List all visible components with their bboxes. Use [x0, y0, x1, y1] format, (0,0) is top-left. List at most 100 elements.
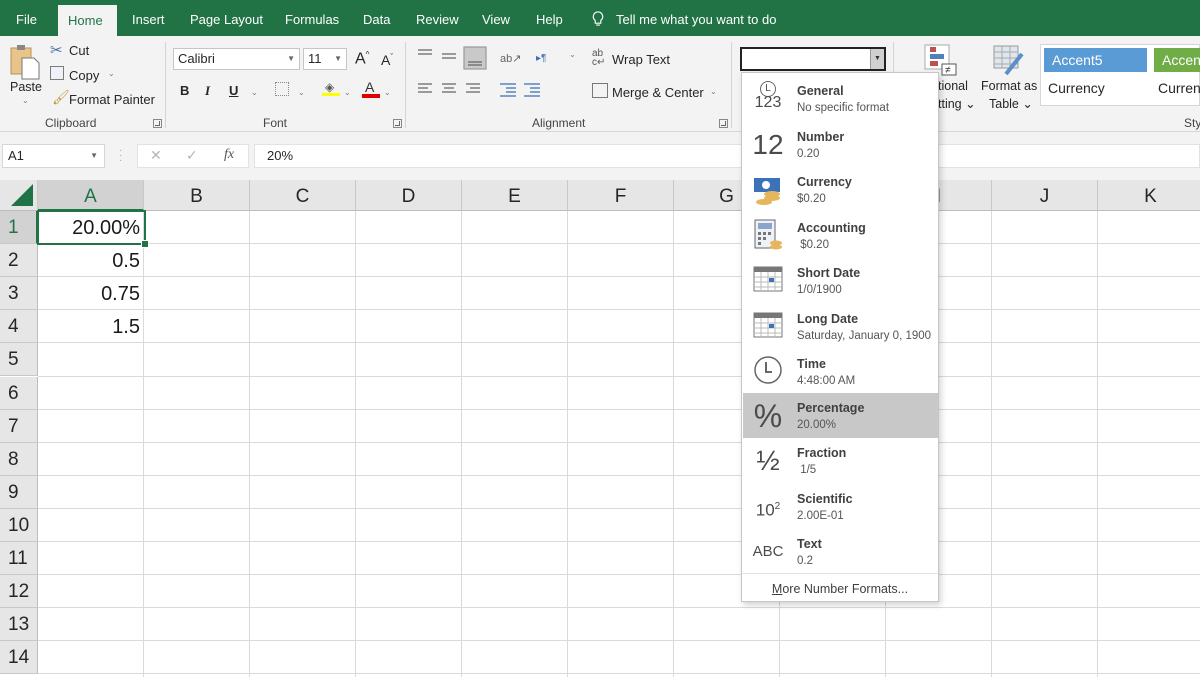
- number-format-option-general[interactable]: L 123 General No specific format: [743, 76, 938, 121]
- direction-dropdown-icon[interactable]: ⌄: [569, 50, 576, 59]
- column-header-b[interactable]: B: [144, 180, 250, 211]
- number-format-option-currency[interactable]: Currency $0.20: [743, 167, 938, 212]
- name-box[interactable]: A1 ▼: [2, 144, 105, 168]
- select-all-button[interactable]: [0, 180, 38, 211]
- row-header-1[interactable]: 1: [0, 211, 38, 245]
- group-divider: [165, 42, 166, 128]
- style-currency-0[interactable]: Curren: [1158, 80, 1200, 96]
- group-divider: [731, 42, 732, 128]
- underline-button[interactable]: U: [229, 83, 238, 98]
- fill-color-button[interactable]: ◈: [322, 80, 340, 96]
- borders-icon[interactable]: [275, 82, 289, 96]
- font-color-dropdown-icon[interactable]: ⌄: [384, 88, 391, 97]
- font-color-button[interactable]: A: [362, 79, 380, 98]
- orientation-dropdown-icon[interactable]: ⌄: [540, 50, 547, 59]
- underline-dropdown-icon[interactable]: ⌄: [251, 88, 258, 97]
- column-header-d[interactable]: D: [356, 180, 462, 211]
- formula-bar-resize-handle[interactable]: · · ·: [119, 146, 122, 166]
- column-header-k[interactable]: K: [1098, 180, 1200, 211]
- cancel-icon[interactable]: ✕: [150, 147, 162, 164]
- column-header-e[interactable]: E: [462, 180, 568, 211]
- tell-me-text: Tell me what you want to do: [616, 12, 777, 27]
- style-accent5[interactable]: Accent5: [1044, 48, 1147, 72]
- number-format-combo[interactable]: ▼: [740, 47, 886, 71]
- row-header-3[interactable]: 3: [0, 277, 38, 311]
- font-size-combo[interactable]: 11 ▼: [303, 48, 347, 70]
- group-divider: [405, 42, 406, 128]
- number-format-option-short-date[interactable]: Short Date 1/0/1900: [743, 258, 938, 303]
- cell-a3[interactable]: 0.75: [38, 277, 144, 310]
- row-header-4[interactable]: 4: [0, 310, 38, 344]
- tab-view[interactable]: View: [472, 0, 520, 36]
- conditional-formatting-label-2[interactable]: tting ⌄: [938, 96, 976, 111]
- row-header-14[interactable]: 14: [0, 641, 38, 675]
- number-format-option-text[interactable]: ABC Text 0.2: [743, 529, 938, 574]
- number-format-option-number[interactable]: 12 Number 0.20: [743, 122, 938, 167]
- bold-button[interactable]: B: [180, 83, 189, 98]
- row-header-2[interactable]: 2: [0, 244, 38, 278]
- number-format-option-long-date[interactable]: Long Date Saturday, January 0, 1900: [743, 304, 938, 349]
- conditional-formatting-label-1[interactable]: tional: [938, 79, 968, 93]
- font-name-combo[interactable]: Calibri ▼: [173, 48, 300, 70]
- tab-data[interactable]: Data: [353, 0, 400, 36]
- italic-button[interactable]: I: [205, 83, 210, 99]
- number-format-sample: 4:48:00 AM: [797, 375, 856, 387]
- style-accent6[interactable]: Accent: [1154, 48, 1200, 72]
- format-painter-button[interactable]: 🖌 Format Painter: [50, 89, 155, 107]
- merge-center-button[interactable]: Merge & Center ⌄: [592, 82, 722, 102]
- row-header-11[interactable]: 11: [0, 542, 38, 576]
- gridline: [38, 441, 1200, 443]
- font-dialog-launcher[interactable]: [393, 119, 402, 128]
- row-header-6[interactable]: 6: [0, 376, 38, 410]
- column-header-a[interactable]: A: [38, 180, 144, 211]
- row-header-10[interactable]: 10: [0, 508, 38, 542]
- tab-insert[interactable]: Insert: [122, 0, 175, 36]
- tab-home[interactable]: Home: [58, 5, 117, 36]
- copy-button[interactable]: Copy ⌄: [50, 65, 120, 83]
- format-as-table-label-2[interactable]: Table ⌄: [989, 96, 1033, 111]
- column-header-f[interactable]: F: [568, 180, 674, 211]
- cell-a4[interactable]: 1.5: [38, 310, 144, 343]
- number-format-option-accounting[interactable]: Accounting $0.20: [743, 213, 938, 258]
- wrap-text-button[interactable]: ab c↵ Wrap Text: [592, 49, 672, 69]
- tab-review[interactable]: Review: [406, 0, 469, 36]
- insert-function-icon[interactable]: fx: [224, 147, 234, 163]
- column-header-c[interactable]: C: [250, 180, 356, 211]
- paste-button[interactable]: Paste ⌄: [8, 44, 44, 108]
- number-format-option-fraction[interactable]: ½ Fraction 1/5: [743, 438, 938, 483]
- number-format-dropdown-button[interactable]: ▼: [870, 49, 884, 69]
- number-format-option-percentage[interactable]: % Percentage 20.00%: [743, 393, 938, 438]
- row-header-8[interactable]: 8: [0, 442, 38, 476]
- number-format-sample: 1/0/1900: [797, 284, 842, 296]
- tell-me-search[interactable]: Tell me what you want to do: [592, 0, 776, 36]
- row-header-12[interactable]: 12: [0, 575, 38, 609]
- more-number-formats-link[interactable]: More Number Formats...: [742, 573, 938, 602]
- row-header-5[interactable]: 5: [0, 343, 38, 377]
- enter-icon[interactable]: ✓: [186, 147, 198, 164]
- cell-a2[interactable]: 0.5: [38, 244, 144, 277]
- row-header-9[interactable]: 9: [0, 475, 38, 509]
- tab-page-layout[interactable]: Page Layout: [180, 0, 273, 36]
- decrease-font-size-icon[interactable]: Aˇ: [381, 52, 393, 68]
- tab-file[interactable]: File: [6, 0, 47, 36]
- tab-help[interactable]: Help: [526, 0, 573, 36]
- percent-icon: %: [753, 398, 783, 434]
- tab-formulas[interactable]: Formulas: [275, 0, 349, 36]
- accounting-icon: [751, 218, 785, 254]
- row-header-7[interactable]: 7: [0, 409, 38, 443]
- number-format-sample: 20.00%: [797, 419, 837, 431]
- number-format-option-time[interactable]: Time 4:48:00 AM: [743, 349, 938, 394]
- row-header-13[interactable]: 13: [0, 608, 38, 642]
- style-currency[interactable]: Currency: [1048, 80, 1105, 96]
- column-header-j[interactable]: J: [992, 180, 1098, 211]
- borders-dropdown-icon[interactable]: ⌄: [298, 88, 305, 97]
- clipboard-dialog-launcher[interactable]: [153, 119, 162, 128]
- alignment-dialog-launcher[interactable]: [719, 119, 728, 128]
- increase-font-size-icon[interactable]: A^: [355, 50, 369, 68]
- formula-input[interactable]: 20%: [254, 144, 1200, 168]
- number-format-sample: 0.2: [797, 555, 813, 567]
- fill-color-dropdown-icon[interactable]: ⌄: [344, 88, 351, 97]
- cut-button[interactable]: ✂ Cut: [50, 41, 95, 59]
- number-format-option-scientific[interactable]: 102 Scientific 2.00E-01: [743, 484, 938, 529]
- format-as-table-label-1[interactable]: Format as: [981, 79, 1037, 93]
